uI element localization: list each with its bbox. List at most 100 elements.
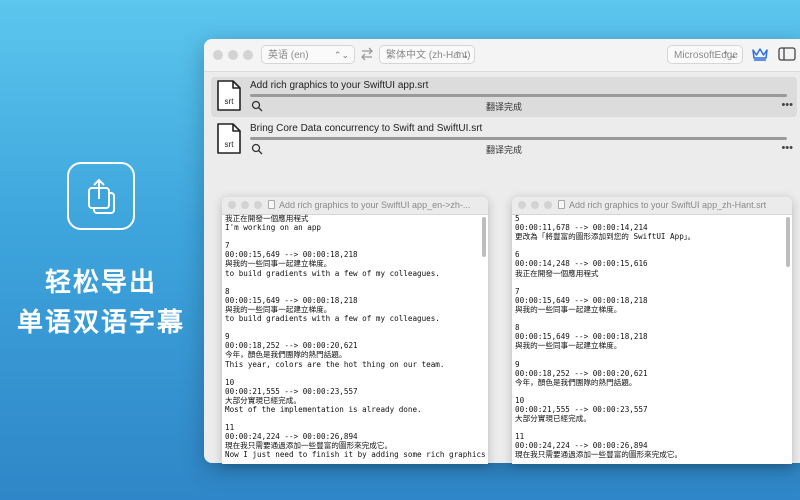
subtitle-line: 00:00:14,248 --> 00:00:15,616 [515, 259, 648, 269]
subtitle-line: 00:00:18,252 --> 00:00:20,621 [515, 368, 648, 378]
subtitle-line: 大部分實現已經完成。 [515, 414, 591, 424]
promo-headline: 轻松导出 [44, 268, 157, 298]
subtitle-line: 00:00:15,649 --> 00:00:18,218 [225, 295, 358, 305]
subtitle-line: to build gradients with a few of my coll… [225, 268, 440, 278]
source-language-value: 英语 (en) [268, 50, 309, 61]
zoom-window-button[interactable] [544, 201, 552, 209]
subtitle-line: 00:00:21,555 --> 00:00:23,557 [225, 386, 358, 396]
subtitle-text-area[interactable]: 5 00:00:11,678 --> 00:00:14,214 更改為「將豐富的圖形… [515, 214, 790, 464]
promo-subheadline: 单语双语字幕 [16, 308, 185, 338]
subtitle-block: 9 00:00:18,252 --> 00:00:20,621 今年，顏色是我們團隊… [515, 360, 790, 387]
subtitle-block: 7 00:00:15,649 --> 00:00:18,218 與我的一些同事一起建… [515, 287, 790, 314]
subtitle-text-area[interactable]: 我正在開發一個應用程式 I'm working on an app 7 00:00:… [225, 214, 486, 464]
subtitle-line: 我正在開發一個應用程式 [515, 268, 599, 278]
close-window-button[interactable] [213, 50, 223, 60]
more-options-icon[interactable]: ••• [781, 99, 793, 111]
minimize-window-button[interactable] [228, 50, 238, 60]
subtitle-line: 今年，顏色是我們團隊的熱門話題。 [515, 377, 637, 387]
subtitle-line: to build gradients with a few of my coll… [225, 314, 440, 324]
subtitle-line: Now I just need to finish it by adding s… [225, 450, 486, 460]
zoom-window-button[interactable] [243, 50, 253, 60]
subtitle-line: 00:00:11,678 --> 00:00:14,214 [515, 223, 648, 233]
file-name: Add rich graphics to your SwiftUI app.sr… [250, 80, 429, 91]
subtitle-block: 10 00:00:21,555 --> 00:00:23,557 大部分實現已經完成… [515, 396, 790, 423]
subtitle-line: 現在我只需要通過添加一些豐富的圖形來完成它。 [225, 441, 393, 451]
subtitle-block: 8 00:00:15,649 --> 00:00:18,218 與我的一些同事一起建… [225, 287, 486, 323]
subtitle-block: 5 00:00:11,678 --> 00:00:14,214 更改為「將豐富的圖形… [515, 214, 790, 241]
export-share-icon [67, 162, 135, 230]
preview-title-bar: Add rich graphics to your SwiftUI app_en… [222, 197, 488, 215]
translation-engine-select[interactable]: MicrosoftEdge ⌃⌄ [667, 45, 743, 64]
subtitle-line: 9 [515, 359, 520, 369]
subtitle-line: 6 [515, 250, 520, 260]
scrollbar[interactable] [482, 217, 486, 257]
subtitle-line: 7 [515, 286, 520, 296]
subtitle-block: 10 00:00:21,555 --> 00:00:23,557 大部分實現已經完成… [225, 378, 486, 414]
subtitle-line: 8 [515, 323, 520, 333]
document-icon [558, 200, 565, 209]
translation-status: 翻译完成 [485, 145, 522, 155]
subtitle-line: 更改為「將豐富的圖形添加到您的 SwiftUI App」。 [515, 232, 696, 242]
bilingual-preview-window: Add rich graphics to your SwiftUI app_en… [222, 197, 488, 464]
toolbar: 英语 (en) ⌃⌄ 繁体中文 (zh-Hant) ⌃⌄ MicrosoftEd… [204, 39, 800, 72]
sidebar-toggle-icon[interactable] [778, 47, 796, 61]
translation-progress-bar [250, 137, 787, 140]
subtitle-block: 6 00:00:14,248 --> 00:00:15,616 我正在開發一個應用程… [515, 250, 790, 277]
subtitle-line: 現在我只需要通過添加一些豐富的圖形來完成它。 [515, 450, 683, 460]
subtitle-line: 大部分實現已經完成。 [225, 395, 301, 405]
updown-chevron-icon: ⌃⌄ [333, 50, 349, 60]
preview-title-bar: Add rich graphics to your SwiftUI app_zh… [512, 197, 792, 215]
subtitle-line: 00:00:24,224 --> 00:00:26,894 [225, 432, 358, 442]
scrollbar[interactable] [786, 217, 790, 267]
source-language-select[interactable]: 英语 (en) ⌃⌄ [261, 45, 355, 64]
subtitle-line: 00:00:21,555 --> 00:00:23,557 [515, 404, 648, 414]
updown-chevron-icon: ⌃⌄ [453, 50, 469, 60]
crown-icon[interactable] [751, 46, 769, 62]
subtitle-line: This year, colors are the hot thing on o… [225, 359, 445, 369]
minimize-window-button[interactable] [531, 201, 539, 209]
file-list-item[interactable]: srt Add rich graphics to your SwiftUI ap… [211, 77, 797, 117]
updown-chevron-icon: ⌃⌄ [721, 50, 737, 60]
subtitle-line: 11 [515, 432, 525, 442]
subtitle-block: 8 00:00:15,649 --> 00:00:18,218 與我的一些同事一起建… [515, 323, 790, 350]
translation-status: 翻译完成 [485, 102, 522, 112]
preview-title: Add rich graphics to your SwiftUI app_zh… [569, 200, 767, 210]
subtitle-block: 11 00:00:24,224 --> 00:00:26,894 現在我只需要通過添… [515, 432, 790, 459]
subtitle-line: 與我的一些同事一起建立梯度。 [225, 259, 332, 269]
more-options-icon[interactable]: ••• [781, 142, 793, 154]
translation-progress-bar [250, 94, 787, 97]
subtitle-block: 11 00:00:24,224 --> 00:00:26,894 現在我只需要通過添… [225, 423, 486, 459]
subtitle-line: 8 [225, 286, 230, 296]
subtitle-line: 10 [515, 395, 525, 405]
subtitle-line: 7 [225, 241, 230, 251]
file-list-item[interactable]: srt Bring Core Data concurrency to Swift… [211, 120, 797, 160]
translated-preview-window: Add rich graphics to your SwiftUI app_zh… [512, 197, 792, 464]
subtitle-line: 9 [225, 332, 230, 342]
subtitle-line: 00:00:15,649 --> 00:00:18,218 [515, 332, 648, 342]
subtitle-block: 9 00:00:18,252 --> 00:00:20,621 今年，顏色是我們團隊… [225, 332, 486, 368]
minimize-window-button[interactable] [241, 201, 249, 209]
subtitle-line: 與我的一些同事一起建立梯度。 [515, 341, 622, 351]
zoom-window-button[interactable] [254, 201, 262, 209]
subtitle-line: 與我的一些同事一起建立梯度。 [515, 304, 622, 314]
subtitle-line: 11 [225, 423, 235, 433]
target-language-select[interactable]: 繁体中文 (zh-Hant) ⌃⌄ [379, 45, 475, 64]
swap-languages-icon[interactable] [359, 46, 375, 62]
subtitle-block: 我正在開發一個應用程式 I'm working on an app [225, 214, 486, 232]
close-window-button[interactable] [518, 201, 526, 209]
close-window-button[interactable] [228, 201, 236, 209]
subtitle-line: 今年，顏色是我們團隊的熱門話題。 [225, 350, 347, 360]
subtitle-block: 7 00:00:15,649 --> 00:00:18,218 與我的一些同事一起建… [225, 241, 486, 277]
file-name: Bring Core Data concurrency to Swift and… [250, 123, 483, 134]
